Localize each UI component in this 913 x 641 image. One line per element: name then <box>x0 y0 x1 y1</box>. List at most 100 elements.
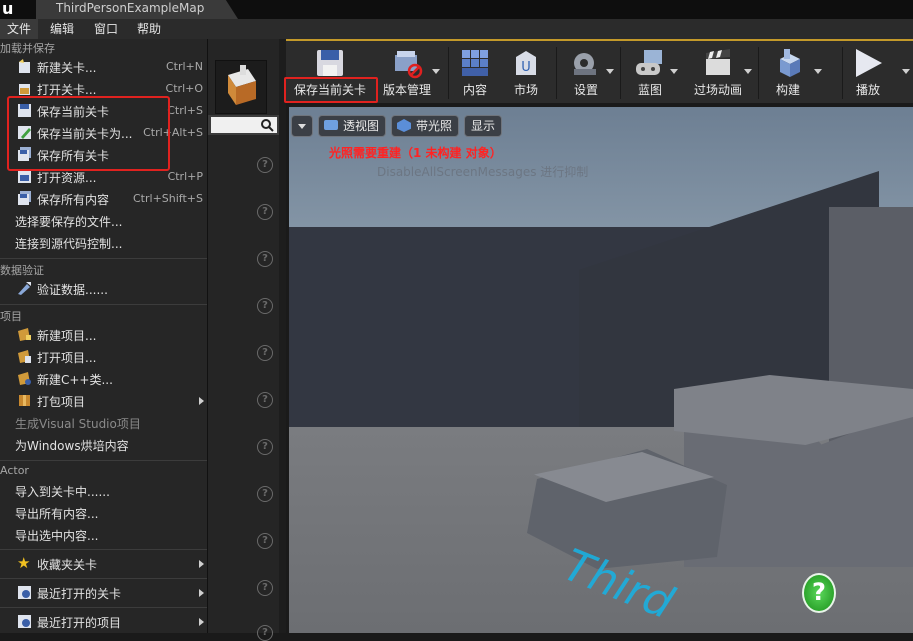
help-icon[interactable]: ? <box>257 204 273 220</box>
toolbar-label: 过场动画 <box>693 83 742 97</box>
blueprint-icon <box>636 50 662 75</box>
play-options-icon[interactable] <box>902 69 910 74</box>
help-icon[interactable]: ? <box>257 533 273 549</box>
save-icon <box>317 50 343 76</box>
section-load-save: 加载并保存 <box>0 42 55 55</box>
save-items-highlight-box <box>7 96 170 171</box>
lit-button[interactable]: 带光照 <box>391 115 459 137</box>
perspective-icon <box>324 120 338 130</box>
menu-file[interactable]: 文件 <box>0 19 38 39</box>
lit-label: 带光照 <box>416 119 453 133</box>
shortcut-label: Ctrl+S <box>167 104 203 117</box>
menu-item-export-all[interactable]: 导出所有内容... <box>0 502 207 524</box>
menu-item-new-level[interactable]: 新建关卡... Ctrl+N <box>0 56 207 78</box>
menu-item-label: 最近打开的关卡 <box>37 587 122 601</box>
build-icon <box>780 49 800 77</box>
menu-item-label: 导出选中内容... <box>15 529 99 543</box>
toolbar-blueprint-button[interactable]: 蓝图 <box>622 43 678 101</box>
lighting-warning: 光照需要重建（1 未构建 对象） <box>329 146 502 160</box>
toolbar-cinematics-button[interactable]: 过场动画 <box>686 43 752 101</box>
help-icon[interactable]: ? <box>257 392 273 408</box>
shortcut-label: Ctrl+O <box>165 82 203 95</box>
shortcut-label: Ctrl+N <box>165 60 203 73</box>
package-icon <box>19 395 30 406</box>
menu-item-open-project[interactable]: 打开项目... <box>0 346 207 368</box>
toolbar-build-button[interactable]: 构建 <box>760 43 822 101</box>
show-button[interactable]: 显示 <box>464 115 502 137</box>
toolbar-label: 版本管理 <box>382 83 431 97</box>
menu-item-validate-data[interactable]: 验证数据...... <box>0 278 207 300</box>
recent-levels-icon <box>18 586 31 599</box>
chevron-down-icon <box>298 124 306 129</box>
validate-icon <box>18 282 31 295</box>
cinematics-icon <box>706 49 730 75</box>
menu-item-favorite-levels[interactable]: ★ 收藏夹关卡 <box>0 553 207 575</box>
menu-item-cook-windows[interactable]: 为Windows烘培内容 <box>0 434 207 456</box>
help-icon[interactable]: ? <box>257 298 273 314</box>
menu-item-generate-vs-project: 生成Visual Studio项目 <box>0 412 207 434</box>
menu-window[interactable]: 窗口 <box>94 19 118 39</box>
menu-edit[interactable]: 编辑 <box>50 19 74 39</box>
help-icon[interactable]: ? <box>257 439 273 455</box>
menu-help[interactable]: 帮助 <box>137 19 161 39</box>
submenu-arrow-icon <box>199 397 204 405</box>
panel-splitter[interactable] <box>279 39 286 633</box>
menu-item-label: 为Windows烘培内容 <box>15 439 129 453</box>
menu-item-label: 打包项目 <box>37 395 86 409</box>
toolbar-label: 内容 <box>462 83 487 97</box>
toolbar-play-button[interactable]: 播放 <box>844 43 892 101</box>
toolbar-marketplace-button[interactable]: U 市场 <box>502 43 550 101</box>
menu-item-connect-source-control[interactable]: 连接到源代码控制... <box>0 232 207 254</box>
menu-item-new-cpp-class[interactable]: 新建C++类... <box>0 368 207 390</box>
level-viewport[interactable]: Third ? 透视图 带光照 显示 光照需要重建（1 未构建 对象） Disa… <box>289 107 913 633</box>
perspective-button[interactable]: 透视图 <box>318 115 386 137</box>
menu-item-save-all-content[interactable]: 保存所有内容 Ctrl+Shift+S <box>0 188 207 210</box>
menu-item-package-project[interactable]: 打包项目 <box>0 390 207 412</box>
open-project-icon <box>18 350 31 363</box>
geometry-mode-icon[interactable] <box>215 60 267 114</box>
open-asset-icon <box>18 170 31 183</box>
shortcut-label: Ctrl+Shift+S <box>133 192 203 205</box>
section-actor: Actor <box>0 464 29 477</box>
help-icon[interactable]: ? <box>257 486 273 502</box>
viewport-options-button[interactable] <box>291 115 313 137</box>
help-icon[interactable]: ? <box>257 345 273 361</box>
new-cpp-class-icon <box>18 372 31 385</box>
menu-item-label: 收藏夹关卡 <box>37 558 98 572</box>
help-icon[interactable]: ? <box>257 251 273 267</box>
menu-item-label: 保存所有内容 <box>37 193 110 207</box>
search-icon <box>261 119 274 132</box>
menu-item-recent-projects[interactable]: 最近打开的项目 <box>0 611 207 633</box>
toolbar-content-button[interactable]: 内容 <box>451 43 499 101</box>
level-tab-label: ThirdPersonExampleMap <box>56 1 205 15</box>
star-icon: ★ <box>17 554 31 572</box>
title-bar: u ThirdPersonExampleMap <box>0 0 913 19</box>
recent-projects-icon <box>18 615 31 628</box>
level-tab[interactable]: ThirdPersonExampleMap <box>36 0 238 19</box>
help-icon[interactable]: ? <box>257 625 273 641</box>
menu-item-import-into-level[interactable]: 导入到关卡中...... <box>0 480 207 502</box>
main-toolbar: 保存当前关卡 版本管理 内容 U 市场 设置 蓝图 过场动画 构建 播放 <box>286 39 913 103</box>
menu-item-label: 生成Visual Studio项目 <box>15 417 141 431</box>
source-control-icon <box>395 51 423 79</box>
settings-icon <box>574 53 596 75</box>
menu-item-new-project[interactable]: 新建项目... <box>0 324 207 346</box>
search-input[interactable] <box>211 117 277 133</box>
submenu-arrow-icon <box>199 618 204 626</box>
help-icon[interactable]: ? <box>257 580 273 596</box>
save-all-content-icon <box>18 191 31 205</box>
help-icon[interactable]: ? <box>257 157 273 173</box>
menu-item-export-selected[interactable]: 导出选中内容... <box>0 524 207 546</box>
toolbar-label: 设置 <box>573 83 598 97</box>
menu-item-recent-levels[interactable]: 最近打开的关卡 <box>0 582 207 604</box>
tutorial-help-icon[interactable]: ? <box>802 573 836 613</box>
lit-icon <box>397 119 411 132</box>
svg-text:U: U <box>521 60 531 75</box>
unreal-logo-icon[interactable]: u <box>2 0 20 19</box>
menu-item-label: 新建关卡... <box>37 61 97 75</box>
toolbar-settings-button[interactable]: 设置 <box>558 43 614 101</box>
play-icon <box>856 49 882 77</box>
toolbar-source-control-button[interactable]: 版本管理 <box>376 43 440 101</box>
menu-item-choose-files-to-save[interactable]: 选择要保存的文件... <box>0 210 207 232</box>
menu-item-label: 导出所有内容... <box>15 507 99 521</box>
